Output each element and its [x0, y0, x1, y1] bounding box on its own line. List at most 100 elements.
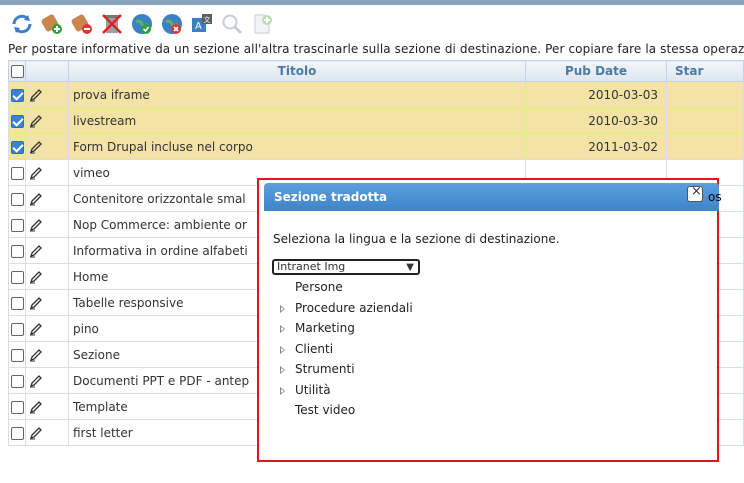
expand-arrow-icon[interactable] — [280, 366, 285, 374]
edit-cell[interactable] — [25, 237, 69, 264]
tree-item[interactable]: Marketing — [278, 319, 413, 340]
expand-arrow-icon[interactable] — [280, 325, 285, 333]
title-column-header[interactable]: Titolo — [68, 60, 526, 82]
language-select[interactable]: Intranet Img ▼ — [272, 259, 420, 275]
table-row[interactable]: livestream 2010-03-30 — [8, 107, 744, 134]
edit-cell[interactable] — [25, 81, 69, 108]
expand-arrow-icon[interactable] — [280, 345, 285, 354]
publish-icon[interactable] — [130, 12, 154, 36]
pub-date-column-header[interactable]: Pub Date — [525, 60, 667, 82]
expand-arrow-icon[interactable] — [280, 304, 285, 313]
tree-item[interactable]: Procedure aziendali — [278, 299, 413, 320]
edit-cell[interactable] — [25, 159, 69, 186]
row-checkbox-cell[interactable] — [8, 107, 26, 134]
row-checkbox-cell[interactable] — [8, 81, 26, 108]
edit-cell[interactable] — [25, 315, 69, 342]
row-checkbox[interactable] — [10, 426, 24, 440]
row-checkbox[interactable] — [10, 244, 24, 258]
svg-text:A: A — [195, 21, 202, 32]
row-checkbox[interactable] — [10, 114, 24, 128]
edit-cell[interactable] — [25, 419, 69, 446]
row-checkbox[interactable] — [10, 218, 24, 232]
row-checkbox-cell[interactable] — [8, 185, 26, 212]
row-checkbox-cell[interactable] — [8, 211, 26, 238]
row-checkbox[interactable] — [10, 348, 24, 362]
edit-cell[interactable] — [25, 341, 69, 368]
row-checkbox-cell[interactable] — [8, 237, 26, 264]
pencil-icon[interactable] — [29, 140, 43, 154]
row-checkbox-cell[interactable] — [8, 341, 26, 368]
pencil-icon[interactable] — [29, 322, 43, 336]
edit-cell[interactable] — [25, 211, 69, 238]
table-row[interactable]: Form Drupal incluse nel corpo 2011-03-02 — [8, 133, 744, 160]
pencil-icon[interactable] — [29, 244, 43, 258]
row-checkbox[interactable] — [10, 192, 24, 206]
row-checkbox[interactable] — [10, 400, 24, 414]
title-cell[interactable]: livestream — [68, 107, 526, 134]
status-cell — [666, 81, 744, 108]
row-checkbox-cell[interactable] — [8, 159, 26, 186]
tree-item-label: Marketing — [295, 321, 355, 335]
status-column-header[interactable]: Star — [666, 60, 744, 82]
search-icon[interactable] — [220, 12, 244, 36]
translate-dialog: Sezione tradotta os Seleziona la lingua … — [257, 178, 722, 462]
tree-item[interactable]: Persone — [278, 278, 413, 299]
edit-cell[interactable] — [25, 133, 69, 160]
remove-item-icon[interactable] — [70, 12, 94, 36]
select-all-checkbox[interactable] — [10, 65, 24, 78]
edit-cell[interactable] — [25, 107, 69, 134]
edit-cell[interactable] — [25, 289, 69, 316]
pencil-icon[interactable] — [29, 348, 43, 362]
row-checkbox[interactable] — [10, 374, 24, 388]
title-cell[interactable]: prova iframe — [68, 81, 526, 108]
pencil-icon[interactable] — [29, 296, 43, 310]
row-checkbox-cell[interactable] — [8, 367, 26, 394]
edit-cell[interactable] — [25, 367, 69, 394]
row-checkbox[interactable] — [10, 270, 24, 284]
row-checkbox[interactable] — [10, 296, 24, 310]
pencil-icon[interactable] — [29, 166, 43, 180]
delete-icon[interactable] — [100, 12, 124, 36]
pub-date-cell: 2010-03-03 — [525, 81, 667, 108]
row-checkbox[interactable] — [10, 88, 24, 102]
tree-item[interactable]: Clienti — [278, 340, 413, 361]
row-checkbox[interactable] — [10, 166, 24, 180]
add-item-icon[interactable] — [40, 12, 64, 36]
language-select-value: Intranet Img — [277, 260, 346, 273]
pencil-icon[interactable] — [29, 374, 43, 388]
row-checkbox-cell[interactable] — [8, 263, 26, 290]
dialog-titlebar[interactable]: Sezione tradotta — [264, 183, 719, 211]
row-checkbox-cell[interactable] — [8, 315, 26, 342]
row-checkbox[interactable] — [10, 322, 24, 336]
pencil-icon[interactable] — [29, 400, 43, 414]
dialog-title: Sezione tradotta — [274, 190, 388, 204]
translate-icon[interactable]: A文 — [190, 12, 214, 36]
select-all-checkbox-cell[interactable] — [8, 60, 26, 82]
title-cell[interactable]: Form Drupal incluse nel corpo — [68, 133, 526, 160]
edit-cell[interactable] — [25, 263, 69, 290]
tree-item-label: Clienti — [295, 341, 334, 356]
pencil-icon[interactable] — [29, 426, 43, 440]
table-header-row: Titolo Pub Date Star — [8, 60, 744, 82]
expand-arrow-icon[interactable] — [280, 386, 285, 395]
refresh-icon[interactable] — [10, 12, 34, 36]
pencil-icon[interactable] — [29, 88, 43, 102]
dialog-close-button[interactable] — [687, 184, 703, 202]
edit-cell[interactable] — [25, 393, 69, 420]
row-checkbox-cell[interactable] — [8, 289, 26, 316]
tree-item[interactable]: Utilità — [278, 381, 413, 402]
row-checkbox-cell[interactable] — [8, 133, 26, 160]
row-checkbox-cell[interactable] — [8, 393, 26, 420]
tree-item[interactable]: Strumenti — [278, 360, 413, 381]
tree-item[interactable]: Test video — [278, 401, 413, 422]
pencil-icon[interactable] — [29, 218, 43, 232]
row-checkbox-cell[interactable] — [8, 419, 26, 446]
row-checkbox[interactable] — [10, 140, 24, 154]
new-document-icon[interactable] — [250, 12, 274, 36]
table-row[interactable]: prova iframe 2010-03-03 — [8, 81, 744, 108]
pencil-icon[interactable] — [29, 114, 43, 128]
pencil-icon[interactable] — [29, 270, 43, 284]
unpublish-icon[interactable] — [160, 12, 184, 36]
edit-cell[interactable] — [25, 185, 69, 212]
pencil-icon[interactable] — [29, 192, 43, 206]
